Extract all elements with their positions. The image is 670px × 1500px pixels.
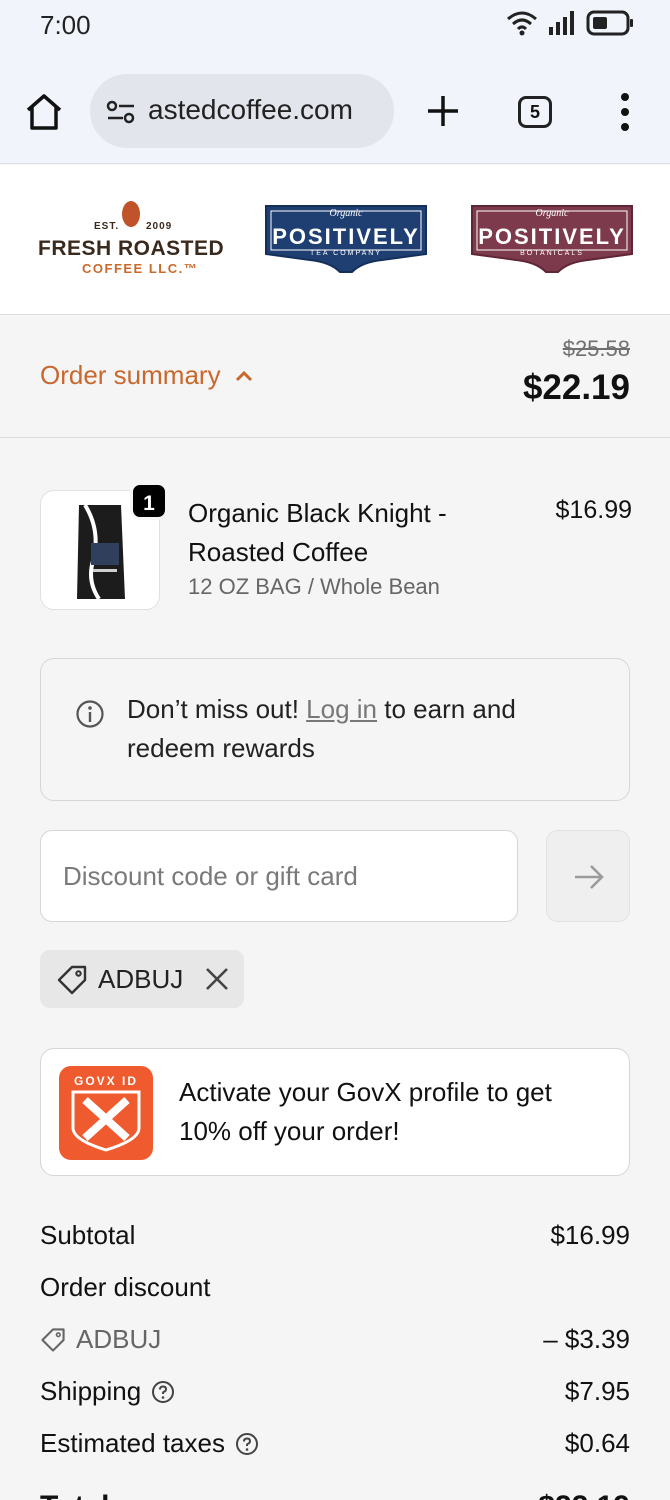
- url-text[interactable]: astedcoffee.com: [148, 94, 353, 126]
- address-bar[interactable]: astedcoffee.com: [90, 74, 394, 148]
- help-icon[interactable]: [235, 1432, 259, 1456]
- discount-code-label: ADBUJ: [40, 1324, 161, 1355]
- product-name: Organic Black Knight - Roasted Coffee: [188, 498, 447, 567]
- order-summary-label: Order summary: [40, 360, 221, 390]
- taxes-value: $0.64: [564, 1428, 630, 1458]
- signal-icon: [549, 11, 574, 35]
- close-icon[interactable]: [204, 966, 230, 992]
- subtotal-row: Subtotal $16.99: [40, 1210, 630, 1262]
- battery-icon: [586, 10, 633, 36]
- shipping-label: Shipping: [40, 1376, 175, 1407]
- login-link[interactable]: Log in: [306, 694, 377, 724]
- total-price: $22.19: [522, 368, 630, 407]
- shipping-value: $7.95: [564, 1376, 630, 1406]
- brand-logos: EST. 2009 FRESH ROASTED COFFEE LLC.™ Org…: [0, 165, 670, 315]
- order-summary-toggle[interactable]: Order summary: [40, 360, 253, 391]
- discount-value: – $3.39: [543, 1324, 630, 1354]
- logo-word: POSITIVELY: [272, 224, 420, 249]
- subtotal-label: Subtotal: [40, 1220, 136, 1250]
- fresh-roasted-logo[interactable]: EST. 2009 FRESH ROASTED COFFEE LLC.™: [38, 201, 228, 277]
- total-value: $22.19: [538, 1490, 630, 1500]
- discount-code-text: ADBUJ: [76, 1324, 162, 1354]
- product-price: $16.99: [555, 496, 632, 524]
- chevron-up-icon: [235, 370, 252, 381]
- subtotal-value: $16.99: [550, 1220, 630, 1250]
- tag-icon: [41, 1327, 65, 1352]
- logo-year: 2009: [146, 221, 173, 232]
- product-variant: 12 OZ BAG / Whole Bean: [188, 574, 440, 599]
- taxes-label: Estimated taxes: [40, 1428, 259, 1459]
- rewards-prefix: Don’t miss out!: [127, 694, 307, 724]
- govx-shield-icon: [71, 1090, 141, 1152]
- shipping-row: Shipping $7.95: [40, 1366, 630, 1418]
- logo-sub: TEA COMPANY: [309, 250, 383, 257]
- home-icon[interactable]: [22, 90, 66, 134]
- original-price: $25.58: [562, 336, 630, 361]
- govx-message: Activate your GovX profile to get 10% of…: [179, 1077, 552, 1146]
- coffee-bean-icon: [122, 201, 140, 227]
- order-discount-row: Order discount: [40, 1262, 630, 1314]
- status-bar: 7:00: [0, 0, 670, 52]
- plus-icon[interactable]: [424, 92, 462, 130]
- positively-botanicals-logo[interactable]: Organic POSITIVELY BOTANICALS: [468, 202, 636, 276]
- logo-top: Organic: [329, 208, 363, 219]
- wifi-icon: [507, 11, 537, 36]
- logo-word: POSITIVELY: [478, 224, 626, 249]
- shipping-label-text: Shipping: [40, 1376, 142, 1406]
- apply-discount-button[interactable]: [546, 830, 630, 922]
- discount-code-row: ADBUJ – $3.39: [40, 1314, 630, 1366]
- order-totals: Subtotal $16.99 Order discount ADBUJ – $…: [40, 1210, 630, 1470]
- rewards-text: Don’t miss out! Log in to earn and redee…: [127, 690, 607, 768]
- rewards-notice: Don’t miss out! Log in to earn and redee…: [40, 658, 630, 801]
- applied-code-label: ADBUJ: [98, 964, 184, 994]
- cart-line-item: 1 Organic Black Knight - Roasted Coffee …: [40, 482, 632, 614]
- order-discount-label: Order discount: [40, 1272, 211, 1302]
- arrow-right-icon: [575, 865, 604, 889]
- help-icon[interactable]: [151, 1380, 175, 1404]
- total-label: Total: [40, 1490, 109, 1500]
- applied-discount-chip: ADBUJ: [40, 950, 244, 1008]
- status-icons: [506, 10, 634, 36]
- logo-name: FRESH ROASTED: [38, 237, 225, 260]
- total-row: Total $22.19: [40, 1490, 630, 1500]
- logo-top: Organic: [535, 208, 569, 219]
- info-icon: [76, 700, 104, 728]
- browser-toolbar: astedcoffee.com 5: [0, 52, 670, 164]
- order-summary-bar[interactable]: Order summary $25.58 $22.19: [0, 316, 670, 438]
- tag-icon: [57, 965, 87, 995]
- tabs-icon[interactable]: 5: [518, 96, 552, 128]
- govx-logo: GOVX ID: [59, 1066, 153, 1160]
- logo-sub: COFFEE LLC.™: [82, 261, 199, 276]
- site-settings-icon[interactable]: [106, 100, 136, 124]
- quantity-badge: 1: [130, 482, 168, 520]
- govx-banner[interactable]: GOVX ID Activate your GovX profile to ge…: [40, 1048, 630, 1176]
- logo-est: EST.: [94, 221, 120, 232]
- positively-tea-logo[interactable]: Organic POSITIVELY TEA COMPANY: [262, 202, 430, 276]
- status-time: 7:00: [40, 10, 91, 40]
- more-vert-icon[interactable]: [616, 92, 634, 132]
- taxes-label-text: Estimated taxes: [40, 1428, 225, 1458]
- logo-sub: BOTANICALS: [520, 250, 584, 257]
- discount-code-input[interactable]: [40, 830, 518, 922]
- taxes-row: Estimated taxes $0.64: [40, 1418, 630, 1470]
